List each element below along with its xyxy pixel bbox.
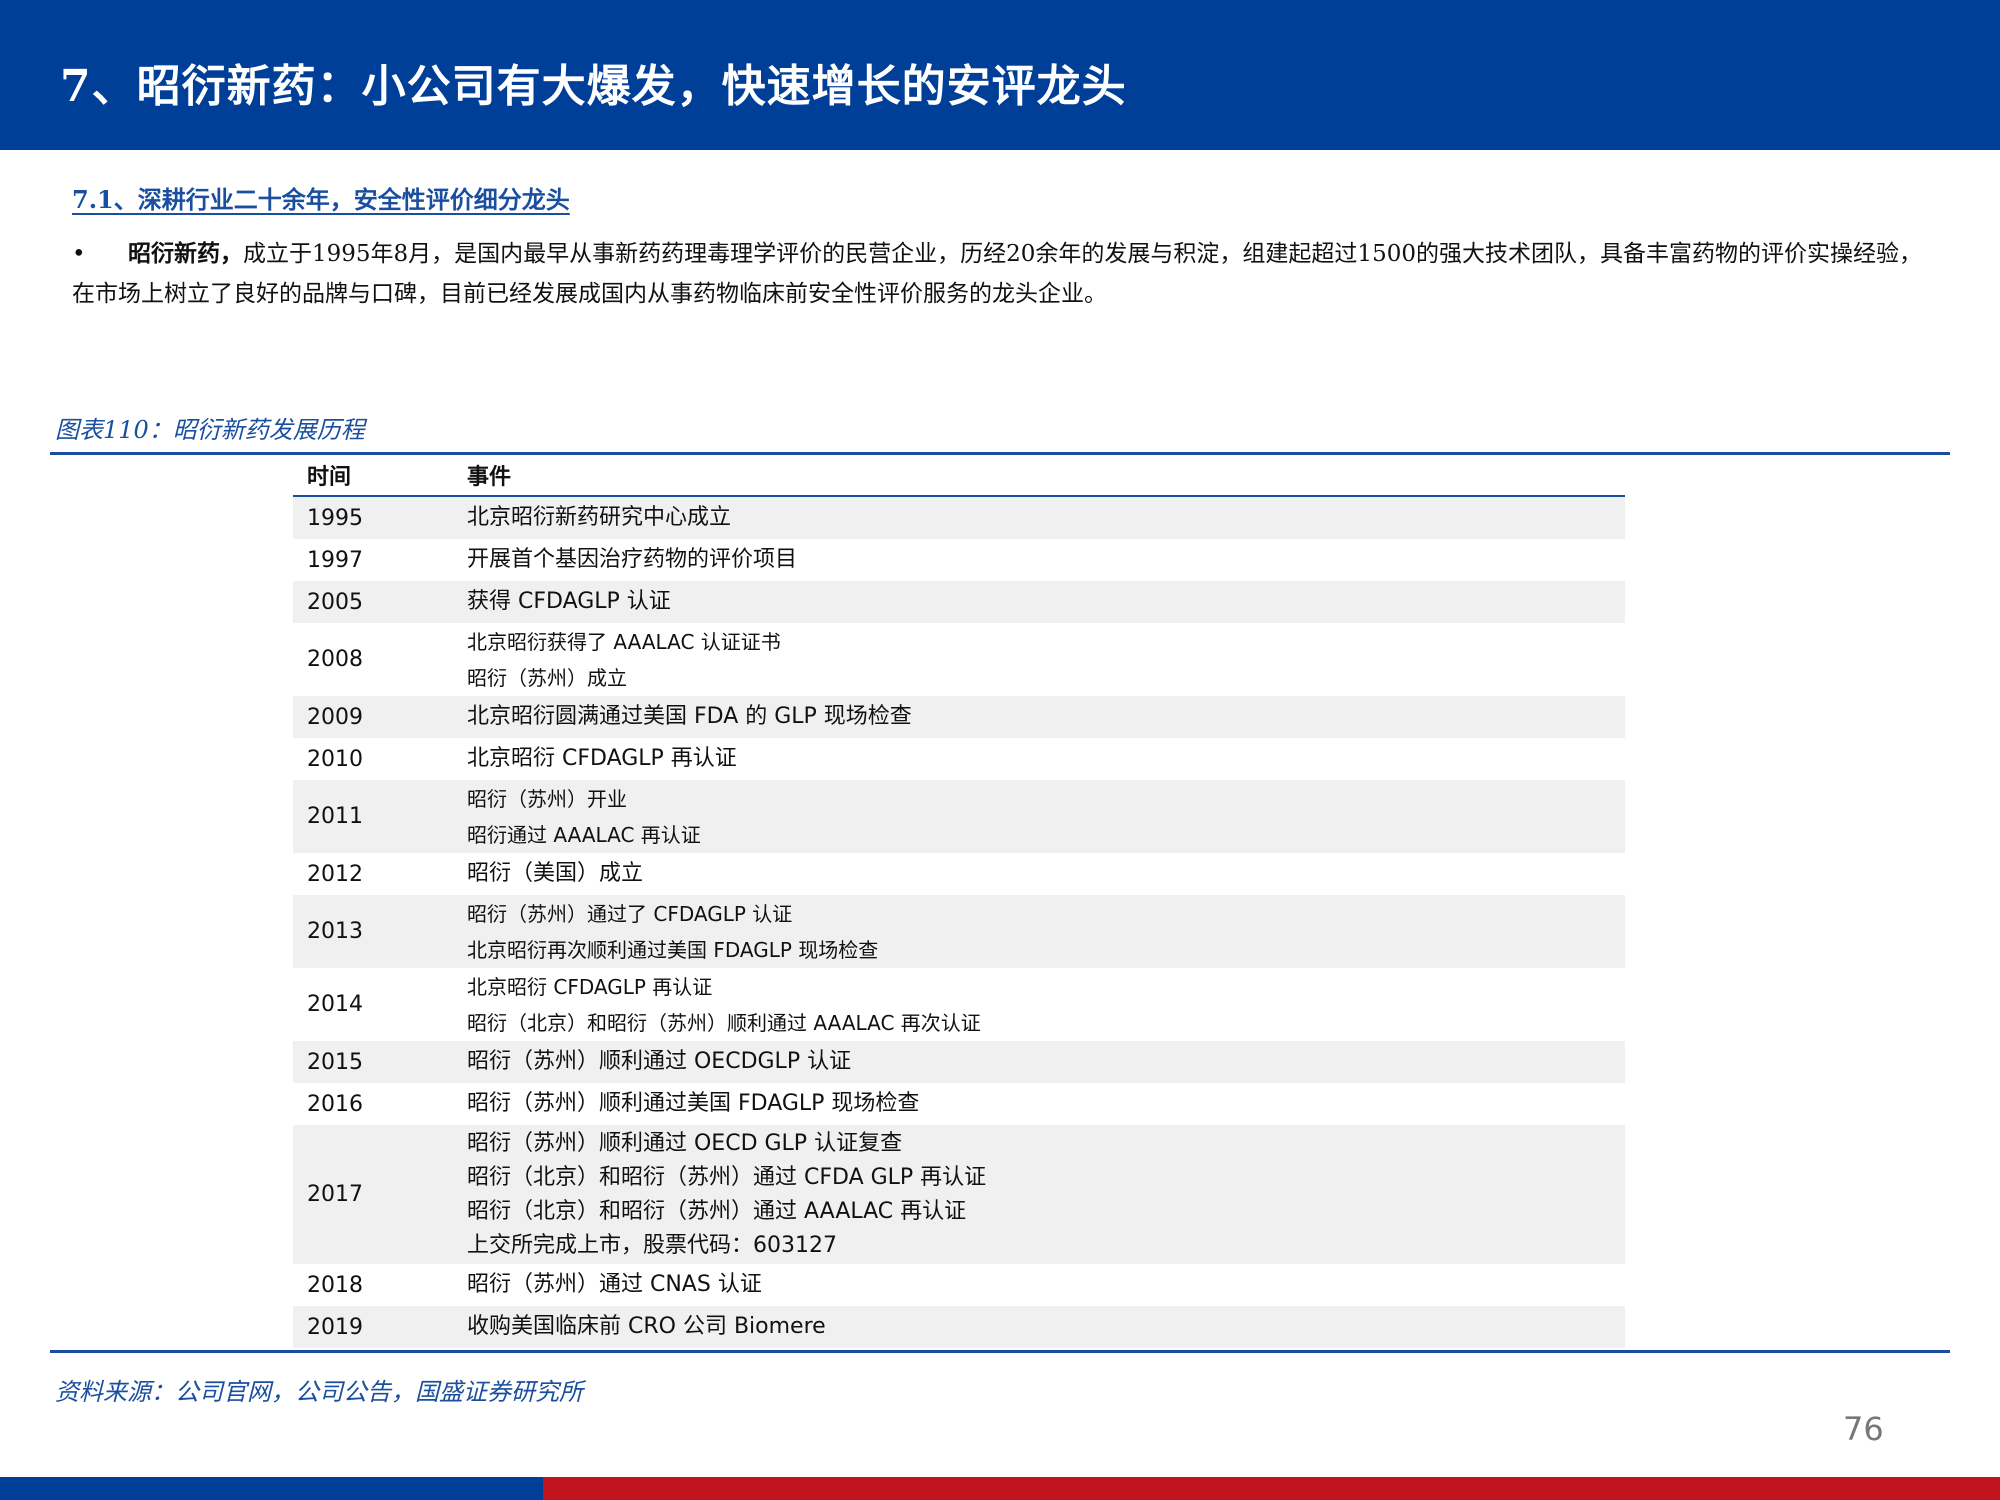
section-subtitle: 7.1、深耕行业二十余年，安全性评价细分龙头 xyxy=(72,185,570,214)
event-text: 昭衍（美国）成立 xyxy=(467,861,644,886)
table-bottom-rule xyxy=(50,1350,1950,1353)
table-row: 1997 开展首个基因治疗药物的评价项目 xyxy=(293,539,1625,581)
year-cell: 2019 xyxy=(307,1314,363,1340)
footer-bar-red xyxy=(543,1477,2000,1500)
year-cell: 2018 xyxy=(307,1272,363,1298)
event-cell: 昭衍（苏州）顺利通过 OECDGLP 认证 xyxy=(467,1044,1625,1080)
history-table: 时间 事件 1995 北京昭衍新药研究中心成立 1997 开展首个基因治疗药物的评价项… xyxy=(293,455,1625,1348)
company-name: 昭衍新药， xyxy=(128,240,243,267)
event-cell: 北京昭衍获得了 AAALAC 认证证书 昭衍（苏州）成立 xyxy=(467,624,1625,696)
event-text: 北京昭衍获得了 AAALAC 认证证书 xyxy=(467,629,781,654)
event-cell: 北京昭衍新药研究中心成立 xyxy=(467,500,1625,536)
year-cell: 2014 xyxy=(307,992,363,1017)
event-text: 昭衍（苏州）开业 xyxy=(467,786,627,811)
year-cell: 2017 xyxy=(307,1182,363,1207)
event-cell: 北京昭衍 CFDAGLP 再认证昭衍（北京）和昭衍（苏州）顺利通过 AAALAC… xyxy=(467,969,1625,1041)
figure-caption: 图表110：昭衍新药发展历程 xyxy=(55,416,365,444)
event-cell: 收购美国临床前 CRO 公司 Biomere xyxy=(467,1309,1625,1345)
footer-bar-blue xyxy=(0,1477,543,1500)
table-row: 2017 昭衍（苏州）顺利通过 OECD GLP 认证复查昭衍（北京）和昭衍（苏州… xyxy=(293,1125,1625,1264)
table-row: 2012 昭衍（美国）成立 xyxy=(293,853,1625,895)
event-text: 昭衍（北京）和昭衍（苏州）顺利通过 AAALAC 再次认证 xyxy=(467,1010,981,1035)
table-row: 2019 收购美国临床前 CRO 公司 Biomere xyxy=(293,1306,1625,1348)
event-cell: 昭衍（苏州）通过 CNAS 认证 xyxy=(467,1267,1625,1303)
event-text: 北京昭衍 CFDAGLP 再认证 xyxy=(467,974,713,999)
year-cell: 2015 xyxy=(307,1049,363,1075)
year-cell: 2013 xyxy=(307,919,363,944)
year-cell: 1995 xyxy=(307,505,363,531)
event-text: 上交所完成上市，股票代码：603127 xyxy=(467,1232,837,1258)
event-text: 北京昭衍再次顺利通过美国 FDAGLP 现场检查 xyxy=(467,937,879,962)
event-text: 开展首个基因治疗药物的评价项目 xyxy=(467,547,798,572)
event-cell: 北京昭衍圆满通过美国 FDA 的 GLP 现场检查 xyxy=(467,699,1625,735)
table-header: 时间 事件 xyxy=(293,455,1625,497)
table-row: 2011 昭衍（苏州）开业昭衍通过 AAALAC 再认证 xyxy=(293,780,1625,853)
year-cell: 2011 xyxy=(307,804,363,829)
event-text: 北京昭衍 CFDAGLP 再认证 xyxy=(467,746,737,771)
table-row: 1995 北京昭衍新药研究中心成立 xyxy=(293,497,1625,539)
event-cell: 北京昭衍 CFDAGLP 再认证 xyxy=(467,741,1625,777)
event-cell: 昭衍（苏州）顺利通过美国 FDAGLP 现场检查 xyxy=(467,1086,1625,1122)
event-text: 北京昭衍圆满通过美国 FDA 的 GLP 现场检查 xyxy=(467,704,912,729)
event-cell: 开展首个基因治疗药物的评价项目 xyxy=(467,542,1625,578)
table-row: 2008 北京昭衍获得了 AAALAC 认证证书 昭衍（苏州）成立 xyxy=(293,623,1625,696)
event-text: 昭衍（苏州）通过 CNAS 认证 xyxy=(467,1272,762,1297)
event-text: 昭衍（苏州）顺利通过 OECDGLP 认证 xyxy=(467,1049,852,1074)
intro-text: 成立于1995年8月，是国内最早从事新药药理毒理学评价的民营企业，历经20余年的… xyxy=(72,241,1922,307)
table-row: 2005 获得 CFDAGLP 认证 xyxy=(293,581,1625,623)
event-text: 昭衍（苏州）通过了 CFDAGLP 认证 xyxy=(467,901,793,926)
event-cell: 昭衍（苏州）顺利通过 OECD GLP 认证复查昭衍（北京）和昭衍（苏州）通过 … xyxy=(467,1127,1625,1263)
event-cell: 获得 CFDAGLP 认证 xyxy=(467,584,1625,620)
event-text: 获得 CFDAGLP 认证 xyxy=(467,589,671,614)
event-cell: 昭衍（苏州）开业昭衍通过 AAALAC 再认证 xyxy=(467,781,1625,853)
event-text: 昭衍（苏州）顺利通过 OECD GLP 认证复查 xyxy=(467,1130,903,1156)
year-cell: 1997 xyxy=(307,547,363,573)
year-cell: 2012 xyxy=(307,861,363,887)
page-title: 7、昭衍新药：小公司有大爆发，快速增长的安评龙头 xyxy=(60,61,1127,112)
bullet-icon: • xyxy=(72,241,86,267)
table-row: 2014 北京昭衍 CFDAGLP 再认证昭衍（北京）和昭衍（苏州）顺利通过 AA… xyxy=(293,968,1625,1041)
table-row: 2009 北京昭衍圆满通过美国 FDA 的 GLP 现场检查 xyxy=(293,696,1625,738)
event-text: 昭衍（苏州）成立 xyxy=(467,665,627,690)
event-text: 北京昭衍新药研究中心成立 xyxy=(467,505,732,530)
table-row: 2016 昭衍（苏州）顺利通过美国 FDAGLP 现场检查 xyxy=(293,1083,1625,1125)
year-cell: 2009 xyxy=(307,704,363,730)
table-row: 2010 北京昭衍 CFDAGLP 再认证 xyxy=(293,738,1625,780)
header-event: 事件 xyxy=(467,465,512,490)
year-cell: 2016 xyxy=(307,1091,363,1117)
intro-paragraph: • 昭衍新药，成立于1995年8月，是国内最早从事新药药理毒理学评价的民营企业，历… xyxy=(72,234,1932,314)
source-note: 资料来源：公司官网，公司公告，国盛证券研究所 xyxy=(55,1378,583,1406)
event-cell: 昭衍（苏州）通过了 CFDAGLP 认证北京昭衍再次顺利通过美国 FDAGLP … xyxy=(467,896,1625,968)
event-text: 昭衍（北京）和昭衍（苏州）通过 AAALAC 再认证 xyxy=(467,1198,967,1224)
page-number: 76 xyxy=(1843,1410,1884,1448)
event-text: 收购美国临床前 CRO 公司 Biomere xyxy=(467,1314,826,1339)
table-row: 2015 昭衍（苏州）顺利通过 OECDGLP 认证 xyxy=(293,1041,1625,1083)
year-cell: 2010 xyxy=(307,746,363,772)
event-text: 昭衍（苏州）顺利通过美国 FDAGLP 现场检查 xyxy=(467,1091,920,1116)
event-cell: 昭衍（美国）成立 xyxy=(467,856,1625,892)
header-banner: 7、昭衍新药：小公司有大爆发，快速增长的安评龙头 xyxy=(0,0,2000,150)
event-text: 昭衍通过 AAALAC 再认证 xyxy=(467,822,701,847)
year-cell: 2008 xyxy=(307,647,363,672)
event-text: 昭衍（北京）和昭衍（苏州）通过 CFDA GLP 再认证 xyxy=(467,1164,987,1190)
header-time: 时间 xyxy=(307,465,352,490)
year-cell: 2005 xyxy=(307,589,363,615)
table-row: 2018 昭衍（苏州）通过 CNAS 认证 xyxy=(293,1264,1625,1306)
table-row: 2013 昭衍（苏州）通过了 CFDAGLP 认证北京昭衍再次顺利通过美国 FDA… xyxy=(293,895,1625,968)
